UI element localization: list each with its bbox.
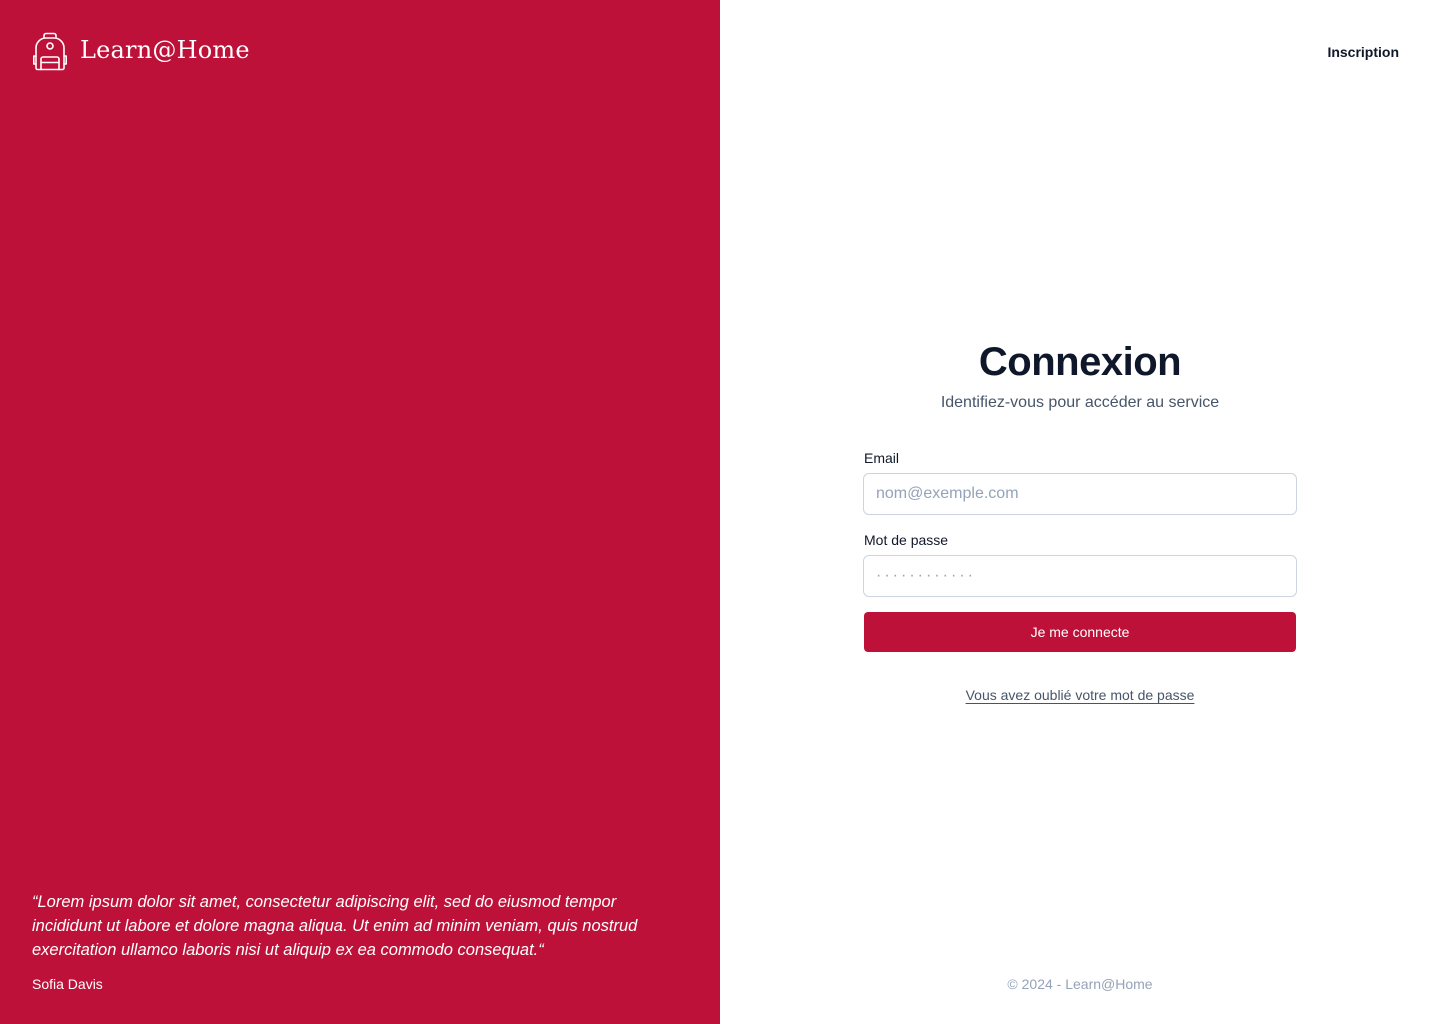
testimonial-quote: “Lorem ipsum dolor sit amet, consectetur… [32,893,638,959]
forgot-password-link[interactable]: Vous avez oublié votre mot de passe [864,687,1296,703]
login-panel: Inscription Connexion Identifiez-vous po… [720,0,1440,1024]
signup-link[interactable]: Inscription [1327,44,1399,60]
backpack-icon [33,32,67,71]
password-label: Mot de passe [864,532,949,548]
login-page: Learn@Home “Lorem ipsum dolor sit amet, … [0,0,1440,1024]
email-label: Email [864,450,900,466]
testimonial: “Lorem ipsum dolor sit amet, consectetur… [32,890,672,992]
brand-panel: Learn@Home “Lorem ipsum dolor sit amet, … [0,0,720,1024]
page-subtitle: Identifiez-vous pour accéder au service [940,394,1220,411]
footer-copyright: © 2024 - Learn@Home [1007,976,1153,992]
password-input[interactable] [863,555,1297,597]
login-form: Connexion Identifiez-vous pour accéder a… [863,336,1297,703]
email-input[interactable] [863,473,1297,515]
brand-name: Learn@Home [80,36,250,64]
testimonial-author: Sofia Davis [32,976,103,992]
login-button[interactable]: Je me connecte [864,612,1296,652]
brand-logo: Learn@Home [32,31,250,71]
page-title: Connexion [978,340,1182,384]
